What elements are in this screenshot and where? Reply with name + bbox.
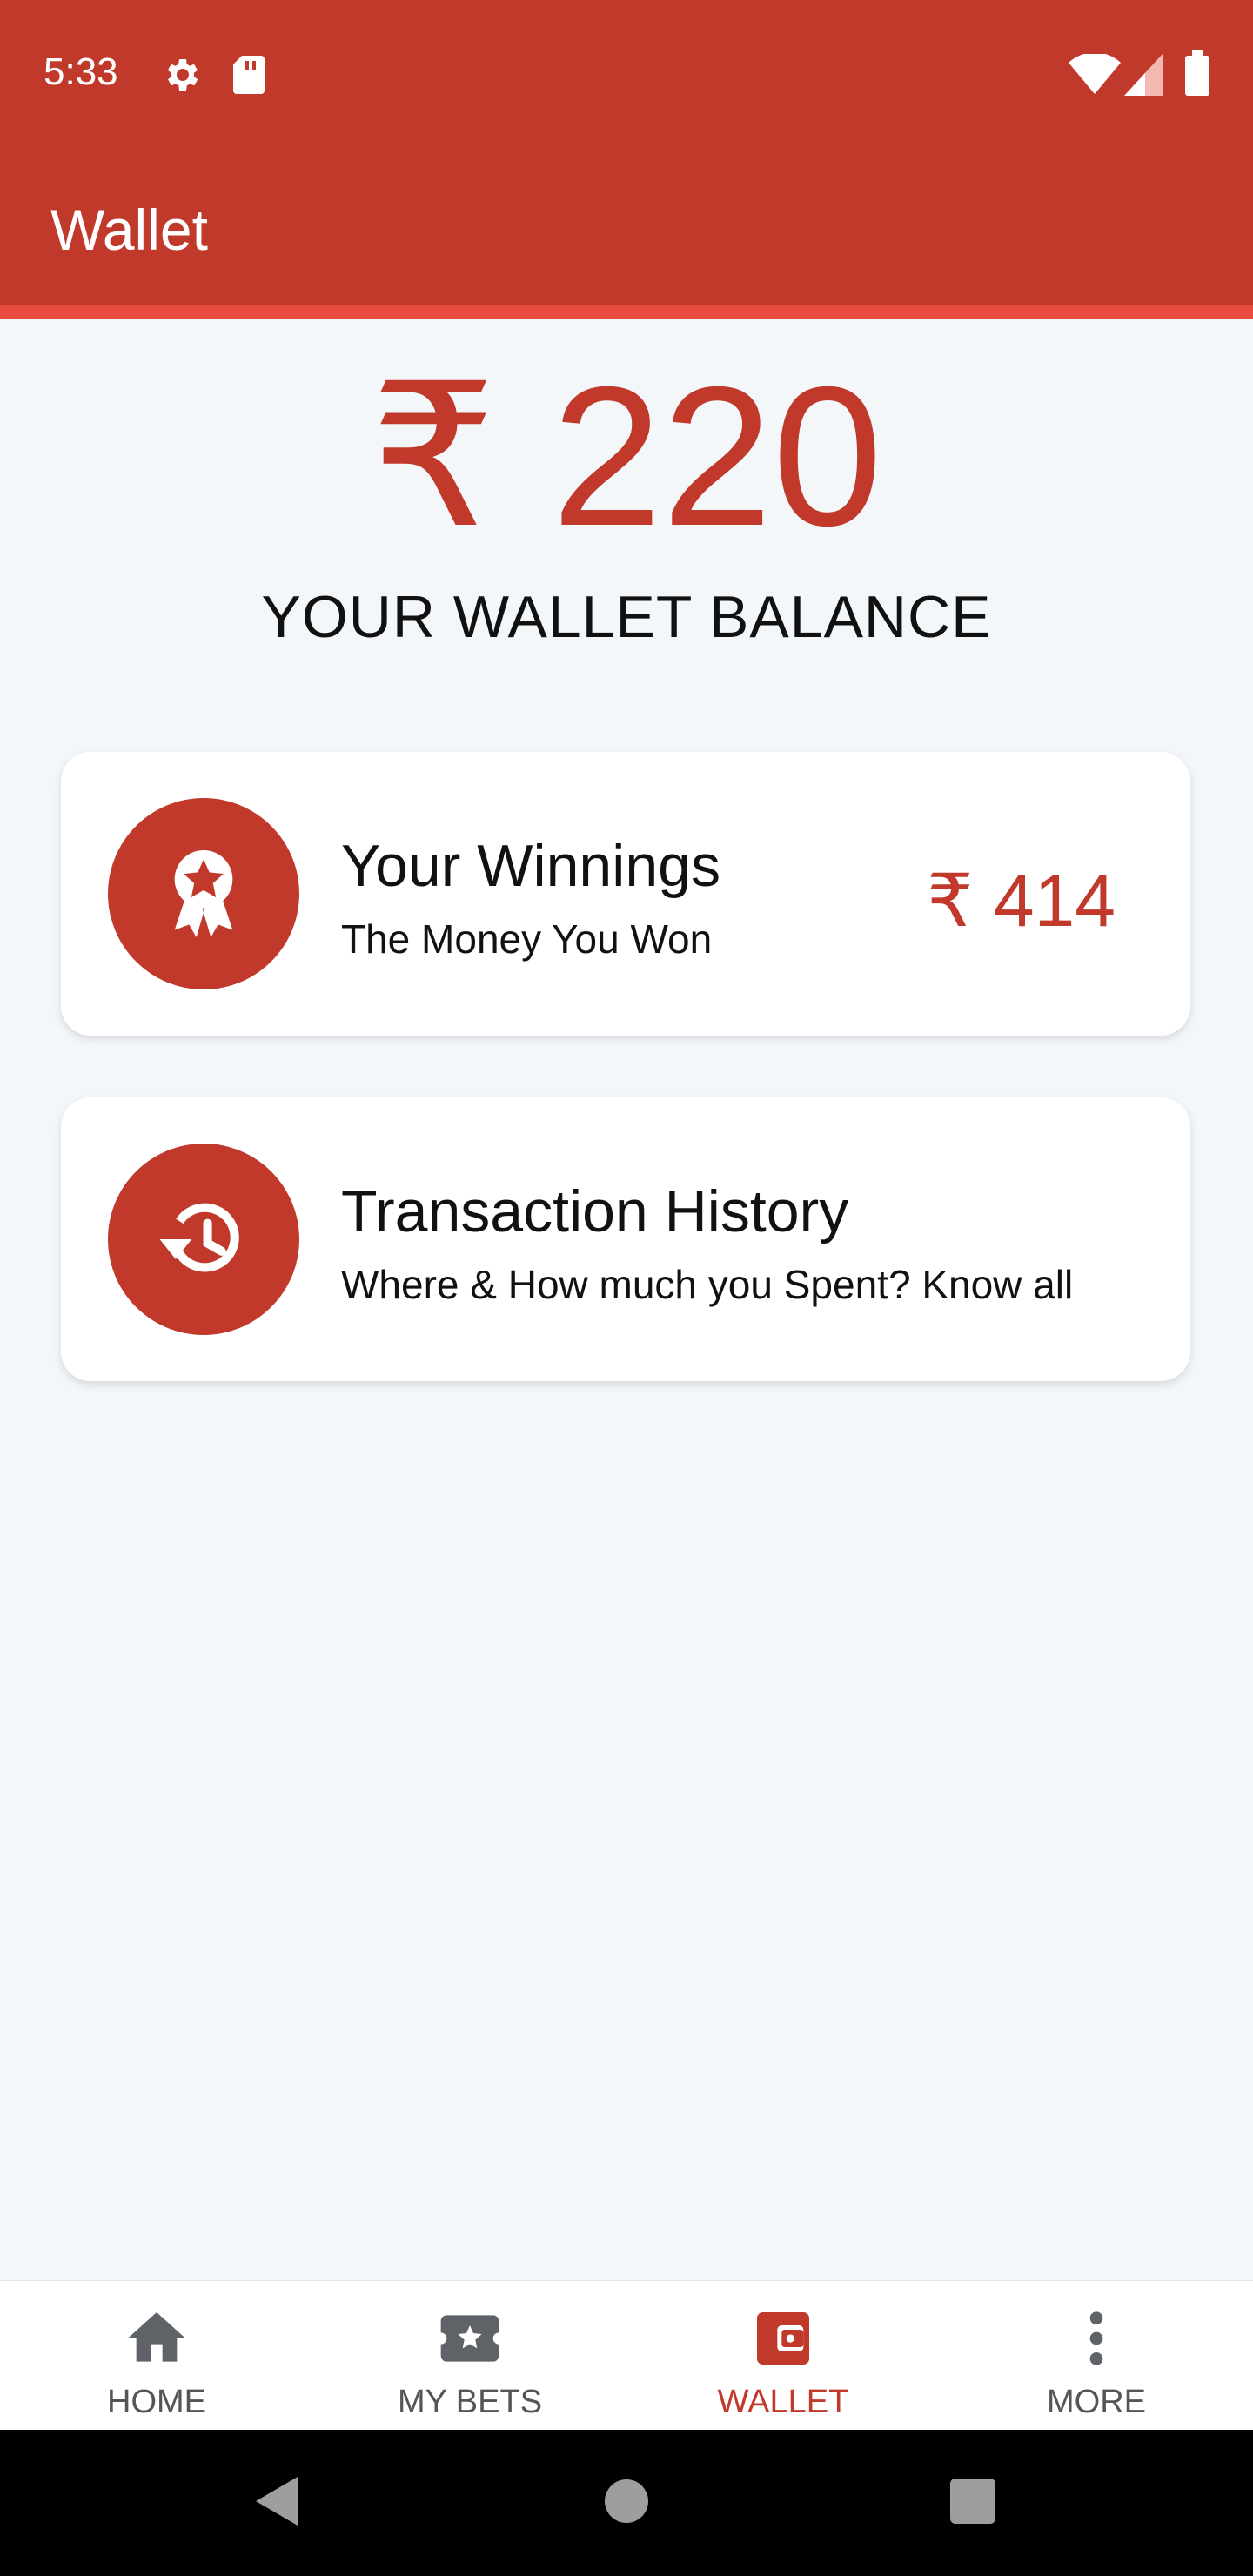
nav-label-wallet: WALLET <box>717 2384 849 2420</box>
status-time: 5:33 <box>44 50 118 93</box>
app-bar: Wallet <box>0 148 1253 305</box>
transaction-history-subtitle: Where & How much you Spent? Know all <box>341 1262 1074 1307</box>
bottom-nav: HOME MY BETS WALLET MORE <box>0 2280 1253 2431</box>
nav-label-more: MORE <box>1047 2384 1146 2420</box>
recents-square-icon[interactable] <box>950 2479 995 2524</box>
nav-item-more[interactable]: MORE <box>940 2281 1253 2431</box>
back-icon[interactable] <box>252 2473 305 2529</box>
page-title: Wallet <box>50 198 208 262</box>
winnings-title: Your Winnings <box>341 833 720 899</box>
nav-label-my-bets: MY BETS <box>397 2384 543 2420</box>
winnings-icon-circle <box>108 798 299 989</box>
winnings-amount: ₹ 414 <box>927 860 1116 942</box>
home-circle-icon[interactable] <box>604 2479 649 2524</box>
award-ribbon-icon <box>174 850 233 937</box>
wallet-balance-amount: ₹ 220 <box>370 346 883 567</box>
nav-item-my-bets[interactable]: MY BETS <box>313 2281 626 2431</box>
battery-icon <box>1185 50 1209 96</box>
nav-item-home[interactable]: HOME <box>0 2281 313 2431</box>
nav-item-wallet[interactable]: WALLET <box>626 2281 940 2431</box>
wifi-icon <box>1069 54 1121 94</box>
nav-label-home: HOME <box>107 2384 206 2420</box>
gear-icon <box>167 59 198 91</box>
winnings-subtitle: The Money You Won <box>341 916 713 962</box>
status-bar: 5:33 <box>0 0 1253 148</box>
system-nav-bar <box>0 2430 1253 2576</box>
winnings-card[interactable]: Your Winnings The Money You Won ₹ 414 <box>61 752 1190 1036</box>
app-bar-accent-line <box>0 305 1253 319</box>
home-icon <box>127 2312 186 2362</box>
sd-card-icon <box>233 56 265 94</box>
history-icon-circle <box>108 1144 299 1335</box>
transaction-history-title: Transaction History <box>341 1178 849 1244</box>
ticket-icon <box>440 2315 499 2362</box>
signal-icon <box>1124 54 1163 96</box>
transaction-history-card[interactable]: Transaction History Where & How much you… <box>61 1097 1190 1381</box>
wallet-icon <box>757 2312 809 2365</box>
history-icon <box>159 1203 239 1272</box>
wallet-balance-label: YOUR WALLET BALANCE <box>261 584 992 650</box>
more-vertical-icon <box>1089 2311 1103 2365</box>
